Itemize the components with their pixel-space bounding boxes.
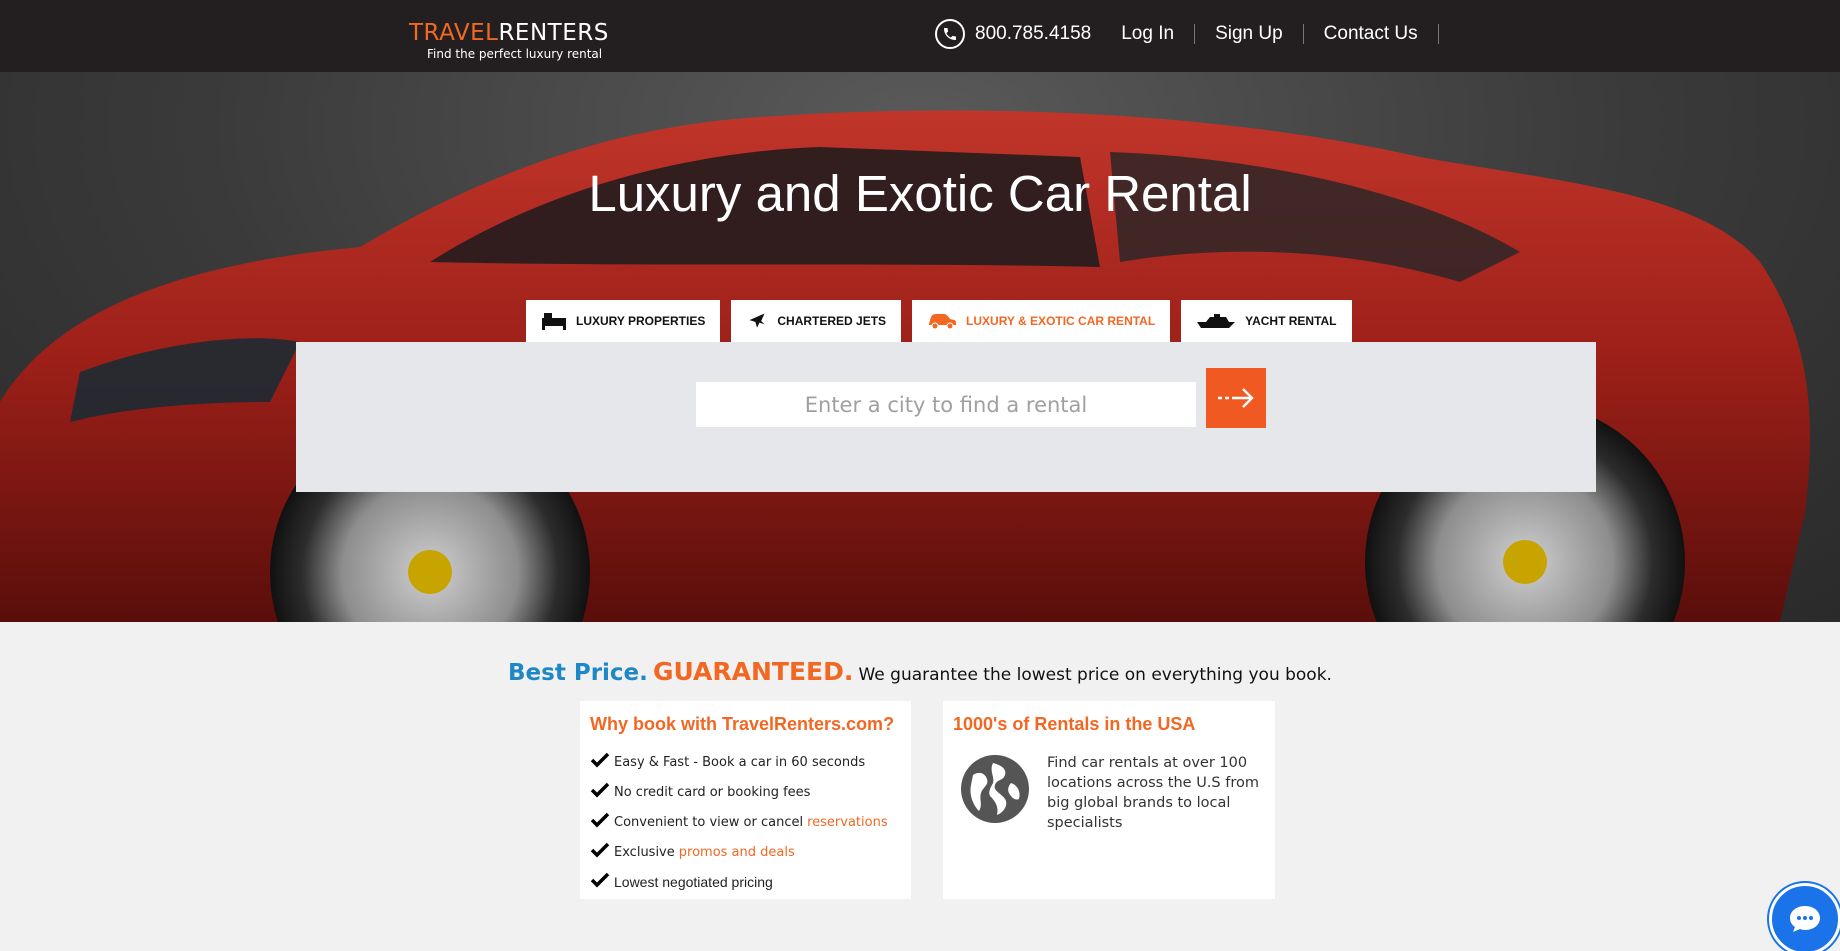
yacht-icon xyxy=(1197,314,1236,328)
why-book-title: Why book with TravelRenters.com? xyxy=(590,714,895,734)
list-item: Convenient to view or cancel reservations xyxy=(590,807,911,837)
rentals-usa-text: Find car rentals at over 100 locations a… xyxy=(1047,755,1259,831)
why-book-card: Why book with TravelRenters.com? Easy & … xyxy=(580,701,911,899)
bed-icon xyxy=(542,313,566,330)
guarantee-best-price: Best Price. xyxy=(508,660,648,686)
checkmark-icon xyxy=(590,842,614,862)
hero-section: Luxury and Exotic Car Rental LUXURY PROP… xyxy=(0,72,1840,622)
benefit-text: Convenient to view or cancel xyxy=(614,814,804,830)
tab-yacht-rental[interactable]: YACHT RENTAL xyxy=(1181,300,1352,342)
logo-renters: RENTERS xyxy=(498,20,609,46)
site-logo[interactable]: TRAVELRENTERS Find the perfect luxury re… xyxy=(409,20,609,61)
tab-label: CHARTERED JETS xyxy=(777,314,887,328)
chat-button[interactable] xyxy=(1769,883,1840,951)
checkmark-icon xyxy=(590,782,614,802)
city-search-input[interactable] xyxy=(696,382,1196,427)
logo-tagline: Find the perfect luxury rental xyxy=(427,47,603,61)
guarantee-guaranteed: GUARANTEED. xyxy=(653,657,854,686)
logo-travel: TRAVEL xyxy=(409,20,499,46)
globe-icon xyxy=(961,755,1029,823)
arrow-right-icon xyxy=(1218,388,1254,408)
tab-chartered-jets[interactable]: CHARTERED JETS xyxy=(731,300,902,342)
rental-type-tabs: LUXURY PROPERTIES CHARTERED JETS LUXURY … xyxy=(526,300,1363,342)
hero-title: Luxury and Exotic Car Rental xyxy=(588,165,1252,222)
benefit-text: Exclusive xyxy=(614,844,675,860)
contact-link[interactable]: Contact Us xyxy=(1304,24,1439,44)
list-item: Easy & Fast - Book a car in 60 seconds xyxy=(590,747,911,777)
checkmark-icon xyxy=(590,752,614,772)
rentals-usa-title: 1000's of Rentals in the USA xyxy=(953,714,1196,734)
phone-number[interactable]: 800.785.4158 xyxy=(975,23,1091,45)
phone-icon xyxy=(935,19,965,49)
list-item: No credit card or booking fees xyxy=(590,777,911,807)
price-guarantee-banner: Best Price. GUARANTEED. We guarantee the… xyxy=(0,657,1840,686)
tab-label: LUXURY PROPERTIES xyxy=(576,314,706,328)
benefits-list: Easy & Fast - Book a car in 60 seconds N… xyxy=(580,735,911,897)
reservations-link[interactable]: reservations xyxy=(807,815,888,830)
benefit-text: No credit card or booking fees xyxy=(614,784,811,800)
tab-label: LUXURY & EXOTIC CAR RENTAL xyxy=(966,314,1156,328)
search-panel xyxy=(296,342,1596,492)
list-item: Exclusive promos and deals xyxy=(590,837,911,867)
top-nav-bar: TRAVELRENTERS Find the perfect luxury re… xyxy=(0,0,1840,72)
checkmark-icon xyxy=(590,812,614,832)
chat-bubble-icon xyxy=(1790,906,1820,932)
list-item: Lowest negotiated pricing xyxy=(590,867,911,897)
tab-label: YACHT RENTAL xyxy=(1245,314,1337,328)
login-link[interactable]: Log In xyxy=(1121,24,1196,44)
plane-icon xyxy=(749,313,765,328)
car-icon xyxy=(929,314,957,330)
header-nav: 800.785.4158 Log In Sign Up Contact Us xyxy=(935,18,1439,50)
benefit-text: Lowest negotiated pricing xyxy=(614,874,773,890)
guarantee-text: We guarantee the lowest price on everyth… xyxy=(858,665,1332,685)
search-submit-button[interactable] xyxy=(1206,368,1266,428)
promos-link[interactable]: promos and deals xyxy=(679,845,795,860)
rentals-usa-card: 1000's of Rentals in the USA Find car re… xyxy=(943,701,1275,899)
checkmark-icon xyxy=(590,872,614,892)
signup-link[interactable]: Sign Up xyxy=(1195,24,1304,44)
tab-car-rental[interactable]: LUXURY & EXOTIC CAR RENTAL xyxy=(912,300,1171,342)
tab-luxury-properties[interactable]: LUXURY PROPERTIES xyxy=(526,300,721,342)
benefit-text: Easy & Fast - Book a car in 60 seconds xyxy=(614,754,866,770)
